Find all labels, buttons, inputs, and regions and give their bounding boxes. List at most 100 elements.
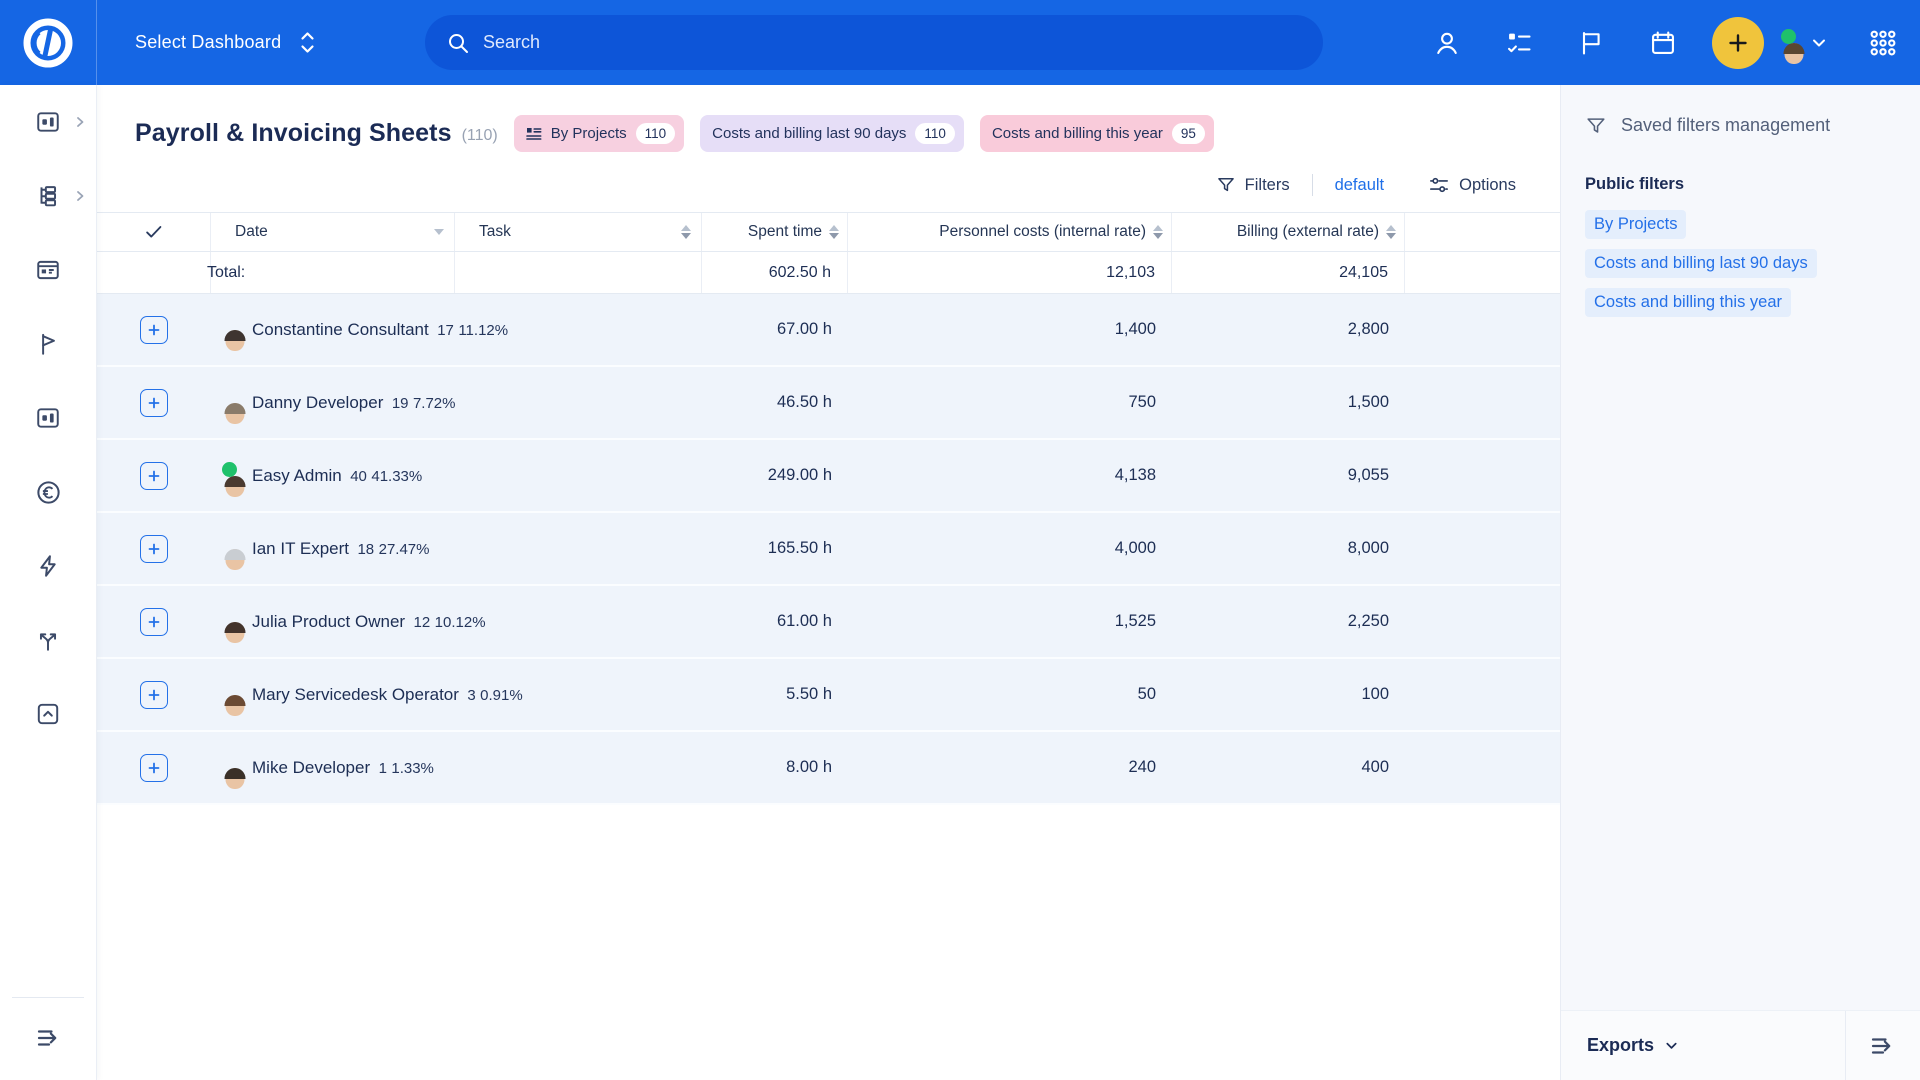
panel-title: Saved filters management — [1621, 113, 1830, 137]
search-input[interactable] — [483, 32, 1301, 53]
sidebar-item-quick-actions[interactable] — [0, 529, 96, 603]
apps-grid-icon[interactable] — [1868, 28, 1898, 58]
expand-row-button[interactable] — [140, 608, 168, 636]
filters-label: Filters — [1245, 176, 1290, 195]
sort-icon[interactable] — [1386, 225, 1396, 239]
flag-icon[interactable] — [1576, 28, 1606, 58]
entries-count: 19 — [392, 395, 409, 412]
expand-row-button[interactable] — [140, 462, 168, 490]
expand-sidebar-button[interactable] — [0, 1012, 97, 1064]
column-header-personnel-costs[interactable]: Personnel costs (internal rate) — [848, 213, 1172, 251]
plus-icon — [147, 396, 161, 410]
plus-icon — [147, 615, 161, 629]
search-bar[interactable] — [425, 15, 1323, 70]
person-cell[interactable]: Mike Developer 1 1.33% — [211, 758, 702, 778]
chip-label: By Projects — [551, 125, 627, 142]
expand-row-button[interactable] — [140, 535, 168, 563]
create-new-button[interactable] — [1712, 17, 1764, 69]
column-header-date[interactable]: Date — [211, 213, 455, 251]
expand-row-button[interactable] — [140, 316, 168, 344]
billing-value: 8,000 — [1172, 539, 1405, 558]
total-empty-cell — [97, 252, 211, 293]
table-row: Mike Developer 1 1.33% 8.00 h 240 400 — [97, 732, 1560, 805]
person-cell[interactable]: Julia Product Owner 12 10.12% — [211, 612, 702, 632]
saved-filter-chip[interactable]: Costs and billing last 90 days 110 — [700, 115, 964, 152]
bolt-icon — [35, 553, 61, 579]
column-header-spent-time[interactable]: Spent time — [702, 213, 848, 251]
public-filter-link[interactable]: Costs and billing last 90 days — [1585, 249, 1817, 278]
expand-row-button[interactable] — [140, 754, 168, 782]
public-filter-link[interactable]: Costs and billing this year — [1585, 288, 1791, 317]
public-filters-list: By Projects Costs and billing last 90 da… — [1561, 194, 1920, 317]
app-logo[interactable] — [0, 0, 97, 85]
chevron-down-icon[interactable] — [1804, 28, 1834, 58]
list-board-icon — [526, 127, 542, 141]
sort-icon[interactable] — [681, 225, 691, 239]
total-task-cell — [455, 252, 702, 293]
sort-icon[interactable] — [1153, 225, 1163, 239]
default-filter-link[interactable]: default — [1335, 176, 1385, 195]
person-cell[interactable]: Ian IT Expert 18 27.47% — [211, 539, 702, 559]
sidebar-item-archive[interactable] — [0, 677, 96, 751]
sort-icon[interactable] — [434, 229, 444, 235]
dashboard-selector[interactable]: Select Dashboard — [135, 29, 316, 56]
column-header-billing[interactable]: Billing (external rate) — [1172, 213, 1405, 251]
share-percent: 10.12% — [435, 614, 486, 631]
entries-count: 18 — [357, 541, 374, 558]
sidebar-item-pages[interactable] — [0, 233, 96, 307]
options-button[interactable]: Options — [1428, 175, 1516, 195]
column-header-task[interactable]: Task — [455, 213, 702, 251]
person-name[interactable]: Julia Product Owner — [252, 612, 405, 631]
total-billing: 24,105 — [1172, 252, 1405, 293]
sidebar-item-workflow[interactable] — [0, 603, 96, 677]
person-cell[interactable]: Danny Developer 19 7.72% — [211, 393, 702, 413]
personnel-costs-value: 240 — [848, 758, 1172, 777]
person-name[interactable]: Constantine Consultant — [252, 320, 429, 339]
person-name[interactable]: Ian IT Expert — [252, 539, 349, 558]
table-row: Easy Admin 40 41.33% 249.00 h 4,138 9,05… — [97, 440, 1560, 513]
options-label: Options — [1459, 176, 1516, 195]
sidebar-item-modules[interactable] — [0, 381, 96, 455]
sidebar-item-projects[interactable] — [0, 159, 96, 233]
total-label: Total: — [197, 252, 455, 293]
entries-count: 3 — [467, 687, 475, 704]
public-filter-link[interactable]: By Projects — [1585, 210, 1686, 239]
user-icon[interactable] — [1432, 28, 1462, 58]
personnel-costs-value: 50 — [848, 685, 1172, 704]
person-name[interactable]: Mary Servicedesk Operator — [252, 685, 459, 704]
person-name[interactable]: Danny Developer — [252, 393, 383, 412]
select-all-cell[interactable] — [97, 213, 211, 251]
person-cell[interactable]: Mary Servicedesk Operator 3 0.91% — [211, 685, 702, 705]
sidebar-item-money[interactable] — [0, 455, 96, 529]
page-header: Payroll & Invoicing Sheets (110) By Proj… — [97, 85, 1560, 152]
topbar-actions — [1432, 0, 1898, 85]
collapse-panel-button[interactable] — [1845, 1011, 1920, 1080]
spent-time-value: 46.50 h — [702, 393, 848, 412]
person-cell[interactable]: Easy Admin 40 41.33% — [211, 466, 702, 486]
spent-time-value: 67.00 h — [702, 320, 848, 339]
chip-label: Costs and billing last 90 days — [712, 125, 906, 142]
exports-label: Exports — [1587, 1035, 1654, 1056]
column-header-empty — [1405, 213, 1560, 251]
expand-row-button[interactable] — [140, 389, 168, 417]
public-filters-heading: Public filters — [1561, 137, 1920, 194]
billing-value: 2,250 — [1172, 612, 1405, 631]
exports-button[interactable]: Exports — [1561, 1035, 1845, 1056]
calendar-icon[interactable] — [1648, 28, 1678, 58]
tasks-checklist-icon[interactable] — [1504, 28, 1534, 58]
saved-filter-chip[interactable]: Costs and billing this year 95 — [980, 115, 1214, 152]
expand-row-button[interactable] — [140, 681, 168, 709]
sort-icon[interactable] — [829, 225, 839, 239]
person-name[interactable]: Easy Admin — [252, 466, 342, 485]
sidebar-item-milestones[interactable] — [0, 307, 96, 381]
person-cell[interactable]: Constantine Consultant 17 11.12% — [211, 320, 702, 340]
spent-time-value: 165.50 h — [702, 539, 848, 558]
chevron-right-icon[interactable] — [74, 190, 86, 202]
saved-filter-chip[interactable]: By Projects 110 — [514, 115, 684, 152]
funnel-icon — [1585, 113, 1607, 137]
filters-button[interactable]: Filters — [1216, 175, 1290, 195]
person-name[interactable]: Mike Developer — [252, 758, 370, 777]
share-percent: 1.33% — [391, 760, 434, 777]
chevron-right-icon[interactable] — [74, 116, 86, 128]
sidebar-item-dashboards[interactable] — [0, 85, 96, 159]
